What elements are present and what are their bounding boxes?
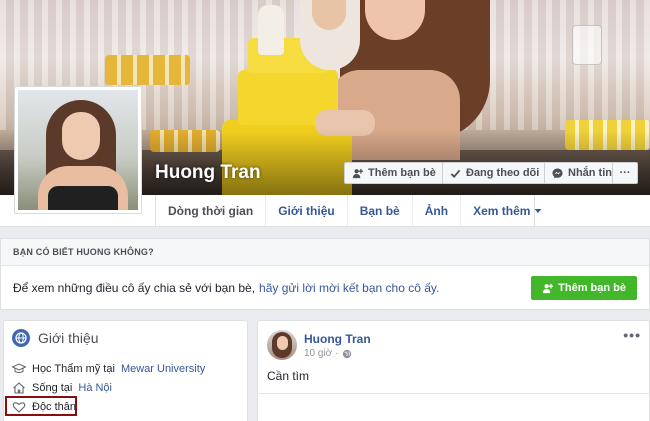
education-row: Học Thẩm mỹ tại Mewar University: [12, 363, 205, 375]
card-heading: BẠN CÓ BIẾT HUONG KHÔNG?: [1, 239, 649, 266]
post-card: Huong Tran 10 giờ · ••• Cần tìm: [257, 320, 650, 421]
post-timestamp[interactable]: 10 giờ: [304, 348, 332, 359]
tab-timeline[interactable]: Dòng thời gian: [156, 195, 265, 226]
know-card-text: Để xem những điều cô ấy chia sẻ với bạn …: [13, 281, 256, 295]
do-you-know-card: BẠN CÓ BIẾT HUONG KHÔNG? Để xem những đi…: [0, 238, 650, 310]
public-globe-icon[interactable]: [342, 349, 352, 359]
tab-friends[interactable]: Bạn bè: [346, 195, 412, 226]
profile-picture[interactable]: [14, 86, 142, 214]
send-friend-request-link[interactable]: hãy gửi lời mời kết bạn cho cô ấy.: [259, 281, 439, 295]
profile-nav-tabs: Dòng thời gian Giới thiệu Bạn bè Ảnh Xem…: [155, 195, 542, 227]
hometown-link[interactable]: Hà Nội: [78, 382, 112, 394]
add-friend-icon: [543, 283, 554, 293]
tab-photos[interactable]: Ảnh: [411, 195, 460, 226]
profile-name[interactable]: Huong Tran: [155, 162, 261, 184]
messenger-icon: [552, 167, 563, 179]
checkmark-icon: [450, 169, 461, 178]
globe-icon: [12, 329, 30, 347]
post-text: Cần tìm: [267, 369, 310, 383]
relationship-highlight-box: [5, 396, 77, 416]
graduation-cap-icon: [12, 363, 26, 373]
post-author-avatar[interactable]: [267, 330, 297, 360]
add-friend-icon: [352, 168, 363, 178]
add-friend-button-green[interactable]: Thêm bạn bè: [531, 276, 637, 300]
lives-in-row: Sống tại Hà Nội: [12, 382, 112, 394]
post-meta: 10 giờ ·: [304, 348, 352, 359]
divider: [258, 393, 649, 394]
education-link[interactable]: Mewar University: [121, 363, 205, 375]
following-button[interactable]: Đang theo dõi: [442, 162, 561, 184]
add-friend-button[interactable]: Thêm bạn bè: [344, 162, 444, 184]
tab-about[interactable]: Giới thiệu: [265, 195, 347, 226]
more-options-button[interactable]: ···: [612, 162, 638, 184]
post-author-name[interactable]: Huong Tran: [304, 332, 371, 346]
tab-more[interactable]: Xem thêm: [460, 195, 554, 226]
message-button[interactable]: Nhắn tin: [544, 162, 620, 184]
chevron-down-icon: [535, 208, 542, 213]
home-icon: [13, 382, 25, 394]
post-options-button[interactable]: •••: [623, 327, 641, 343]
intro-title: Giới thiệu: [38, 330, 99, 346]
